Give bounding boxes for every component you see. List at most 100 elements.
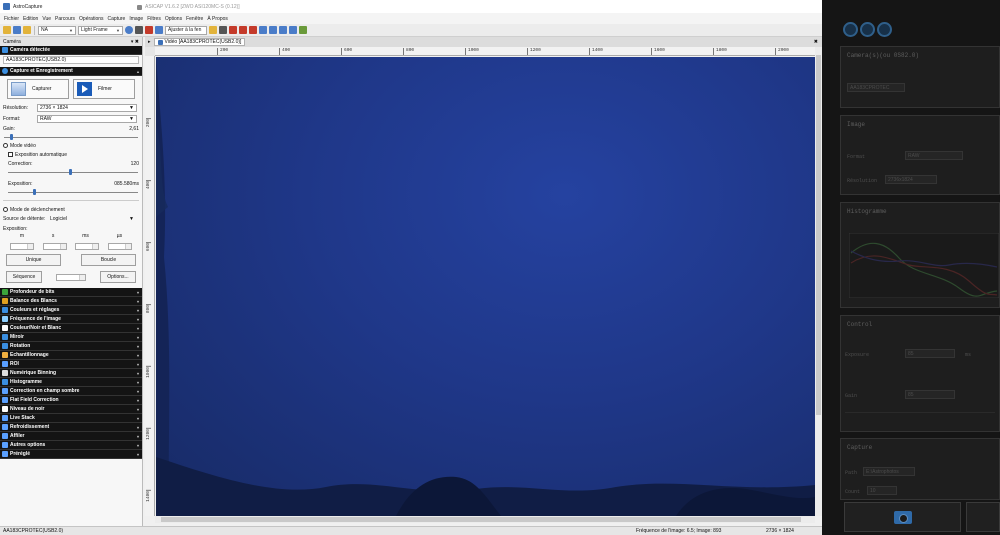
asicap-gain-slider[interactable] [845,412,995,413]
asicap-path-input[interactable]: E:\Astrophotos [863,467,915,476]
chevron-down-icon: ▾ [136,352,139,358]
section-sharpen[interactable]: Affiler ▾ [0,432,142,441]
gain-slider-thumb[interactable] [9,134,13,140]
video-mode-radio[interactable] [3,143,8,148]
tab-video[interactable]: Vidéo [AA183CPROTEC(USB2.0)] [153,38,246,46]
close-icon[interactable]: ✖ [814,39,818,45]
asicap-exposure-input[interactable]: 85 [905,349,955,358]
tab-menu-icon[interactable]: ▸ [148,39,151,45]
camera-name-field[interactable]: AA183CPROTEC(USB2.0) [3,56,139,64]
microseconds-spinner[interactable] [107,242,132,250]
section-roi[interactable]: ROI ▾ [0,360,142,369]
gain-slider[interactable] [4,133,138,141]
capture-button[interactable]: Capturer [7,79,69,99]
exposure-slider-thumb[interactable] [33,189,36,195]
seconds-spinner[interactable] [42,242,67,250]
menu-item[interactable]: À Propos [207,16,228,22]
section-camera-detected[interactable]: Caméra détectée [0,46,142,55]
menu-item[interactable]: Edition [23,16,38,22]
section-histogram[interactable]: Histogramme ▾ [0,378,142,387]
stack-icon[interactable] [249,26,257,34]
frame-type-combo[interactable]: Light Frame ▼ [78,25,123,35]
correction-slider[interactable] [8,168,138,176]
vertical-scroll-thumb[interactable] [816,55,821,415]
open-folder-icon[interactable] [3,26,11,34]
menu-item[interactable]: Capture [108,16,126,22]
snapshot-icon[interactable] [155,26,163,34]
section-rotation[interactable]: Rotation ▾ [0,342,142,351]
film-button[interactable]: Filmer [73,79,135,99]
exposure-slider[interactable] [8,188,138,196]
fit-window-button[interactable]: Ajuster à la fen [165,25,207,35]
folder-icon[interactable] [23,26,31,34]
asicap-gain-input[interactable]: 85 [905,390,955,399]
section-options[interactable]: Autres options ▾ [0,441,142,450]
sequence-button[interactable]: Séquence [6,271,42,283]
section-flat-field[interactable]: Flat Field Correction ▾ [0,396,142,405]
asicap-camera-field[interactable]: AA183CPROTEC [847,83,905,92]
auto-exposure-checkbox[interactable] [8,152,13,157]
section-label: Refroidissement [10,424,50,430]
asicap-resolution-select[interactable]: 2736x1824 [885,175,937,184]
connection-icon[interactable] [860,22,875,37]
menu-item[interactable]: Opérations [79,16,103,22]
section-green-square[interactable]: Profondeur de bits ▾ [0,288,142,297]
section-binning[interactable]: Numérique Binning ▾ [0,369,142,378]
section-dark-field[interactable]: Correction en champ sombre ▾ [0,387,142,396]
horizontal-scroll-thumb[interactable] [161,517,801,522]
section-mirror[interactable]: Miroir ▾ [0,333,142,342]
zoom-icon[interactable] [209,26,217,34]
video-preview[interactable] [156,57,815,516]
menu-item[interactable]: Fenêtre [186,16,203,22]
section-cooling[interactable]: Refroidissement ▾ [0,423,142,432]
menu-item[interactable]: Filtres [147,16,161,22]
section-white-balance[interactable]: Balance des Blancs ▾ [0,297,142,306]
section-color-bw[interactable]: Couleur/Noir et Blanc ▾ [0,324,142,333]
play-icon[interactable] [125,26,133,34]
menu-item[interactable]: Vue [42,16,51,22]
focus-icon[interactable] [239,26,247,34]
options-button[interactable]: Options... [100,271,136,283]
minutes-spinner[interactable] [10,242,35,250]
histogram-toggle-icon[interactable] [229,26,237,34]
trigger-mode-radio[interactable] [3,207,8,212]
value-combo[interactable]: NA ▼ [38,25,76,35]
gear-icon[interactable] [299,26,307,34]
asicap-format-select[interactable]: RAW [905,151,963,160]
pause-icon[interactable] [135,26,143,34]
menu-item[interactable]: Parcours [55,16,75,22]
record-icon[interactable] [145,26,153,34]
loop-button[interactable]: Boucle [81,254,136,266]
menu-item[interactable]: Options [165,16,182,22]
section-preset[interactable]: Préréglé ▾ [0,450,142,459]
save-icon[interactable] [13,26,21,34]
vertical-scrollbar[interactable] [815,47,822,516]
section-live-stack[interactable]: Live Stack ▾ [0,414,142,423]
user-icon[interactable] [877,22,892,37]
section-frequency[interactable]: Fréquence de l'image ▾ [0,315,142,324]
crosshair-icon[interactable] [219,26,227,34]
trigger-source-select[interactable]: Logiciel ▼ [47,215,137,223]
section-colors[interactable]: Couleurs et réglages ▾ [0,306,142,315]
sequence-count-spinner[interactable] [56,273,86,281]
single-button[interactable]: Unique [6,254,61,266]
milliseconds-spinner[interactable] [75,242,100,250]
panel-controls[interactable]: ▾ ✖ [131,39,139,45]
menu-item[interactable]: Fichier [4,16,19,22]
zoom-out-icon[interactable] [289,26,297,34]
asicap-video-button[interactable] [966,502,1000,532]
target-icon[interactable] [269,26,277,34]
settings-icon[interactable] [843,22,858,37]
section-capture-recording[interactable]: Capture et Enregistrement ▴ [0,67,142,76]
asicap-capture-button[interactable] [844,502,961,532]
menu-item[interactable]: Image [129,16,143,22]
format-select[interactable]: RAW ▼ [37,114,137,123]
correction-slider-thumb[interactable] [69,169,73,175]
section-sampling[interactable]: Echantillonnage ▾ [0,351,142,360]
horizontal-scrollbar[interactable] [155,516,815,523]
resolution-select[interactable]: 2736 × 1824 ▼ [37,103,137,112]
section-black-level[interactable]: Niveau de noir ▾ [0,405,142,414]
asicap-count-input[interactable]: 10 [867,486,897,495]
zoom-in-icon[interactable] [279,26,287,34]
grid-icon[interactable] [259,26,267,34]
